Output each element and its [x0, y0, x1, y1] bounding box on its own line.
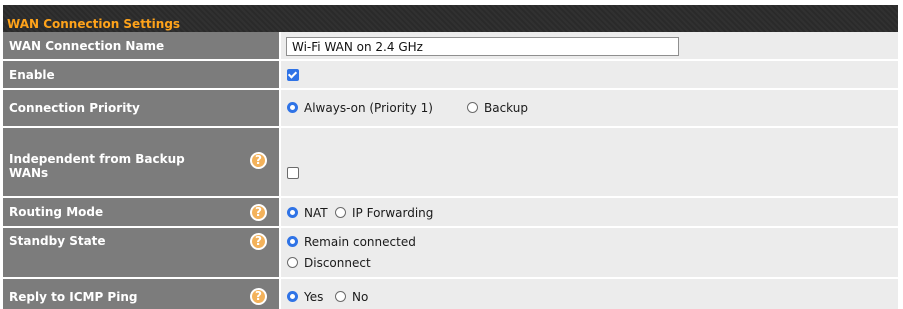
section-title: WAN Connection Settings: [7, 17, 181, 31]
row-standby-state: Standby State ? Remain connected Disconn…: [3, 228, 898, 277]
question-circle-icon[interactable]: ?: [250, 204, 267, 221]
question-circle-icon[interactable]: ?: [250, 152, 267, 169]
row-value-cell: NAT IP Forwarding: [281, 198, 898, 226]
row-independent-from-backup: Independent from Backup WANs ?: [3, 128, 898, 196]
row-value-cell: Always-on (Priority 1) Backup: [281, 90, 898, 126]
row-value-cell: [281, 61, 898, 88]
standby-remain-connected-label: Remain connected: [304, 235, 416, 249]
row-label-cell: WAN Connection Name: [3, 32, 279, 59]
independent-label-line1: Independent from Backup: [9, 152, 185, 166]
wan-connection-settings-panel: WAN Connection Settings WAN Connection N…: [3, 5, 898, 309]
standby-disconnect-label: Disconnect: [304, 256, 371, 270]
icmp-yes-radio[interactable]: [287, 291, 298, 302]
row-value-cell: [281, 128, 898, 196]
row-label-cell: Standby State ?: [3, 228, 279, 277]
row-label-cell: Enable: [3, 61, 279, 88]
independent-label-line2: WANs: [9, 166, 49, 180]
row-value-cell: Remain connected Disconnect: [281, 228, 898, 277]
question-circle-icon[interactable]: ?: [250, 233, 267, 250]
row-label-cell: Reply to ICMP Ping ?: [3, 279, 279, 309]
enable-label: Enable: [9, 68, 55, 82]
routing-nat-label: NAT: [304, 206, 328, 220]
priority-always-on-radio[interactable]: [287, 102, 298, 113]
priority-backup-label: Backup: [484, 101, 528, 115]
icmp-yes-label: Yes: [304, 290, 324, 304]
row-routing-mode: Routing Mode ? NAT IP Forwarding: [3, 198, 898, 226]
row-connection-priority: Connection Priority Always-on (Priority …: [3, 90, 898, 126]
connection-priority-label: Connection Priority: [9, 101, 140, 115]
independent-checkbox[interactable]: [287, 167, 299, 179]
routing-nat-radio[interactable]: [287, 207, 298, 218]
priority-always-on-label: Always-on (Priority 1): [304, 101, 433, 115]
icmp-no-radio[interactable]: [335, 291, 346, 302]
priority-backup-radio[interactable]: [467, 102, 478, 113]
row-value-cell: Yes No: [281, 279, 898, 309]
standby-remain-connected-radio[interactable]: [287, 236, 298, 247]
routing-mode-label: Routing Mode: [9, 205, 104, 219]
row-label-cell: Routing Mode ?: [3, 198, 279, 226]
row-connection-name: WAN Connection Name Wi-Fi WAN on 2.4 GHz: [3, 32, 898, 59]
standby-disconnect-radio[interactable]: [287, 257, 298, 268]
reply-icmp-label: Reply to ICMP Ping: [9, 290, 138, 304]
row-label-cell: Independent from Backup WANs ?: [3, 128, 279, 196]
row-enable: Enable: [3, 61, 898, 88]
row-label-cell: Connection Priority: [3, 90, 279, 126]
question-circle-icon[interactable]: ?: [250, 288, 267, 305]
routing-ip-forwarding-label: IP Forwarding: [352, 206, 434, 220]
routing-ip-forwarding-radio[interactable]: [335, 207, 346, 218]
section-header: WAN Connection Settings: [3, 5, 898, 32]
connection-name-value: Wi-Fi WAN on 2.4 GHz: [292, 40, 423, 54]
row-value-cell: Wi-Fi WAN on 2.4 GHz: [281, 32, 898, 59]
row-reply-icmp: Reply to ICMP Ping ? Yes No: [3, 279, 898, 309]
connection-name-label: WAN Connection Name: [9, 39, 165, 53]
enable-checkbox[interactable]: [287, 69, 299, 81]
standby-state-label: Standby State: [9, 234, 106, 248]
connection-name-input[interactable]: Wi-Fi WAN on 2.4 GHz: [286, 37, 679, 56]
icmp-no-label: No: [352, 290, 369, 304]
